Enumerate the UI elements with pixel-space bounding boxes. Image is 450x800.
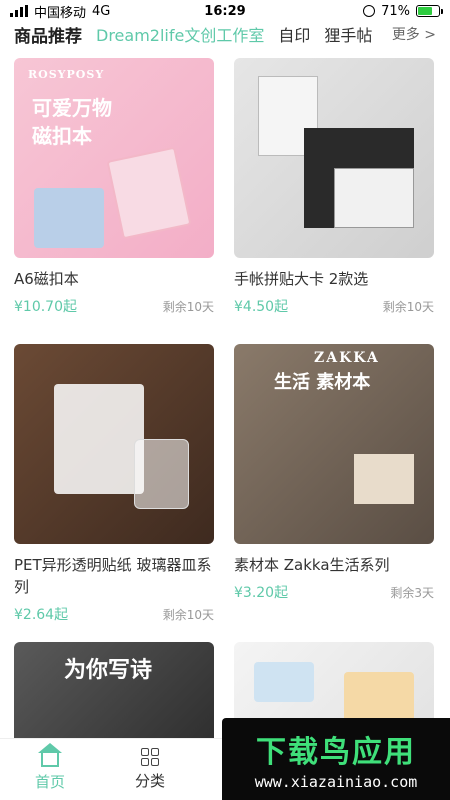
image-headline: 为你写诗 xyxy=(64,657,153,683)
product-title[interactable]: PET异形透明贴纸 玻璃器皿系列 xyxy=(14,554,214,598)
product-image[interactable]: ZAKKA 生活 素材本 xyxy=(234,344,434,544)
nav-home[interactable]: 首页 xyxy=(0,739,100,800)
product-remaining: 剩余10天 xyxy=(162,300,214,314)
category-tabs: 商品推荐 Dream2life文创工作室 自印 狸手帖 更多 > xyxy=(0,18,450,50)
product-card[interactable]: 为你写诗 xyxy=(14,642,214,740)
product-remaining: 剩余10天 xyxy=(162,608,214,622)
bottle-sticker xyxy=(134,439,189,509)
watermark: 下载鸟应用 www.xiazainiao.com xyxy=(222,718,450,800)
battery-icon xyxy=(416,5,443,17)
rotation-lock-icon xyxy=(363,5,376,17)
product-title[interactable]: A6磁扣本 xyxy=(14,268,214,290)
product-card[interactable]: 手帐拼贴大卡 2款选 ¥4.50起 剩余10天 xyxy=(234,58,434,316)
image-headline: 可爱万物 xyxy=(32,96,112,120)
grid-card xyxy=(334,168,414,228)
product-price: ¥2.64起 xyxy=(14,607,69,623)
home-icon xyxy=(38,743,62,767)
product-remaining: 剩余3天 xyxy=(390,586,434,600)
image-subline: 磁扣本 xyxy=(32,124,92,148)
notebook-blue xyxy=(34,188,104,248)
nav-category-label: 分类 xyxy=(134,772,165,790)
product-price: ¥10.70起 xyxy=(14,299,77,315)
product-image[interactable] xyxy=(14,344,214,544)
tab-dream2life[interactable]: Dream2life文创工作室 xyxy=(96,22,264,46)
watermark-url: www.xiazainiao.com xyxy=(254,773,418,791)
watermark-title: 下载鸟应用 xyxy=(256,735,416,770)
image-headline: 生活 素材本 xyxy=(274,372,371,393)
product-card[interactable]: ROSYPOSY 可爱万物 磁扣本 A6磁扣本 ¥10.70起 剩余10天 xyxy=(14,58,214,316)
nav-home-label: 首页 xyxy=(34,773,65,791)
image-brand-text: ROSYPOSY xyxy=(28,68,105,81)
sticker-sheet xyxy=(254,662,314,702)
product-card[interactable]: PET异形透明贴纸 玻璃器皿系列 ¥2.64起 剩余10天 xyxy=(14,344,214,624)
product-meta: ¥3.20起 剩余3天 xyxy=(234,582,434,602)
product-image[interactable]: ROSYPOSY 可爱万物 磁扣本 xyxy=(14,58,214,258)
status-right: 71% xyxy=(363,3,443,19)
network-label: 4G xyxy=(92,3,111,19)
tab-lishoutie[interactable]: 狸手帖 xyxy=(324,22,372,46)
product-title[interactable]: 素材本 Zakka生活系列 xyxy=(234,554,434,576)
tab-self-print[interactable]: 自印 xyxy=(278,22,310,46)
signal-icon xyxy=(10,5,28,17)
product-card[interactable]: ZAKKA 生活 素材本 素材本 Zakka生活系列 ¥3.20起 剩余3天 xyxy=(234,344,434,602)
sticker-sheet xyxy=(344,672,414,722)
product-meta: ¥10.70起 剩余10天 xyxy=(14,296,214,316)
product-price: ¥4.50起 xyxy=(234,299,289,315)
image-brand-text: ZAKKA xyxy=(314,350,380,366)
product-image[interactable] xyxy=(234,58,434,258)
collage-piece xyxy=(354,454,414,504)
product-price: ¥3.20起 xyxy=(234,585,289,601)
sticker-pack xyxy=(54,384,144,494)
product-meta: ¥2.64起 剩余10天 xyxy=(14,604,214,624)
product-title[interactable]: 手帐拼贴大卡 2款选 xyxy=(234,268,434,290)
tab-recommended[interactable]: 商品推荐 xyxy=(14,22,82,47)
nav-category[interactable]: 分类 xyxy=(100,739,200,800)
product-image[interactable]: 为你写诗 xyxy=(14,642,214,740)
product-meta: ¥4.50起 剩余10天 xyxy=(234,296,434,316)
battery-percent: 71% xyxy=(381,3,410,19)
grid-icon xyxy=(141,748,159,766)
notebook-pink xyxy=(106,146,192,240)
product-remaining: 剩余10天 xyxy=(382,300,434,314)
more-tabs-button[interactable]: 更多 > xyxy=(379,18,450,50)
